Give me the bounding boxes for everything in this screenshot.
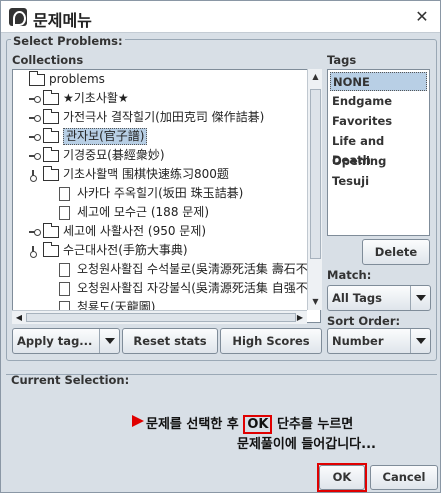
tree-item[interactable]: 오청원사활집 자강불식(吳淸源死活集 自强不息)	[13, 279, 320, 298]
instruction-text-after: 단추를 누르면	[272, 417, 354, 432]
tag-item[interactable]: Life and Death	[330, 132, 427, 167]
tree-item-label: 오청원사활집 수석불로(吳淸源死活集 壽石不老)	[77, 262, 321, 276]
folder-icon	[43, 128, 59, 143]
tree-item-label: 수근대사전(手筋大事典)	[63, 243, 188, 257]
expand-closed-icon[interactable]	[29, 132, 41, 142]
scroll-thumb[interactable]	[310, 89, 321, 259]
current-selection-label: Current Selection:	[11, 373, 130, 387]
scroll-right-icon[interactable]: ▶	[294, 311, 306, 324]
tree-item-label: 가전극사 결작힐기(加田克司 傑作詰碁)	[63, 110, 265, 124]
folder-icon	[43, 242, 59, 257]
hscroll-thumb[interactable]	[26, 313, 296, 322]
tree-item-label: ★기초사활★	[63, 91, 129, 105]
tree-item[interactable]: 오청원사활집 수석불로(吳淸源死活集 壽石不老)	[13, 260, 320, 279]
collections-horizontal-scrollbar[interactable]: ◀ ▶	[12, 310, 307, 324]
tags-label: Tags	[327, 53, 357, 67]
sort-order-value: Number	[332, 334, 384, 348]
collections-label: Collections	[12, 53, 84, 67]
tag-item[interactable]: Opening	[330, 152, 427, 171]
expand-closed-icon[interactable]	[29, 227, 41, 237]
chevron-down-icon[interactable]	[410, 329, 430, 353]
tags-list[interactable]: NONE Endgame Favorites Life and Death Openin…	[327, 69, 430, 236]
high-scores-button[interactable]: High Scores	[220, 328, 322, 354]
ok-button[interactable]: OK	[319, 465, 365, 490]
file-icon	[59, 187, 70, 201]
tree-item-label: 오청원사활집 자강불식(吳淸源死活集 自强不息)	[77, 281, 321, 295]
reset-stats-button[interactable]: Reset stats	[122, 328, 218, 354]
folder-icon	[43, 109, 59, 124]
expand-open-icon[interactable]	[29, 170, 39, 182]
file-icon	[59, 263, 70, 277]
tag-item[interactable]: Endgame	[330, 92, 427, 111]
scroll-down-icon[interactable]: ▼	[310, 296, 321, 308]
tree-item[interactable]: 기초사활맥 围棋快速练习800题	[13, 165, 313, 184]
instruction-line-2: 문제풀이에 들어갑니다...	[237, 437, 376, 452]
folder-icon	[43, 147, 59, 162]
tree-item-label: 세고에 모수근 (188 문제)	[77, 205, 210, 219]
tree-item[interactable]: ★기초사활★	[13, 89, 313, 108]
title-bar: 문제메뉴 ✕	[1, 1, 440, 33]
tree-item[interactable]: 세고에 사활사전 (950 문제)	[13, 222, 313, 241]
expand-open-icon[interactable]	[29, 246, 39, 258]
tree-item-label: 사카다 주옥힐기(坂田 珠玉詰碁)	[77, 186, 244, 200]
match-value: All Tags	[332, 291, 382, 305]
file-icon	[59, 206, 70, 220]
instruction-ok-highlight: OK	[243, 415, 273, 434]
scroll-left-icon[interactable]: ◀	[13, 311, 25, 324]
expand-closed-icon[interactable]	[29, 94, 41, 104]
tree-item[interactable]: 사카다 주옥힐기(坂田 珠玉詰碁)	[13, 184, 313, 203]
collections-vertical-scrollbar[interactable]: ▲ ▼	[307, 69, 322, 310]
scroll-up-icon[interactable]: ▲	[310, 71, 321, 83]
app-logo-icon	[9, 8, 27, 26]
delete-button[interactable]: Delete	[362, 239, 430, 265]
tree-item[interactable]: 수근대사전(手筋大事典)	[13, 241, 313, 260]
close-button[interactable]: ✕	[412, 7, 432, 27]
match-select[interactable]: All Tags	[327, 285, 431, 311]
expand-closed-icon[interactable]	[29, 151, 41, 161]
tree-item[interactable]: 가전극사 결작힐기(加田克司 傑作詰碁)	[13, 108, 313, 127]
tree-item[interactable]: 기경중묘(碁經衆妙)	[13, 146, 313, 165]
instruction-text-before: 문제를 선택한 후	[146, 417, 244, 432]
tag-item[interactable]: Tesuji	[330, 172, 427, 191]
collections-tree[interactable]: problems ★기초사활★ 가전극사 결작힐기(加田克司 傑作詰碁) 관자보(官子…	[12, 69, 321, 323]
sort-order-select[interactable]: Number	[327, 328, 431, 354]
tree-item[interactable]: problems	[13, 70, 313, 89]
tree-item-label: 기경중묘(碁經衆妙)	[63, 148, 165, 162]
select-problems-label: Select Problems:	[11, 34, 125, 48]
apply-tag-label: Apply tag...	[17, 334, 93, 348]
apply-tag-select[interactable]: Apply tag...	[12, 328, 120, 354]
problem-menu-dialog: 문제메뉴 ✕ Select Problems: Collections Tags…	[0, 0, 441, 493]
tree-item-label: 기초사활맥 围棋快速练习800题	[63, 167, 229, 181]
instruction-line-1: 문제를 선택한 후 OK 단추를 누르면	[130, 413, 353, 434]
chevron-down-icon[interactable]	[410, 286, 430, 310]
folder-icon	[29, 71, 45, 86]
tag-item[interactable]: Favorites	[330, 112, 427, 131]
folder-icon	[43, 166, 59, 181]
tree-item[interactable]: 세고에 모수근 (188 문제)	[13, 203, 313, 222]
file-icon	[59, 282, 70, 296]
sort-order-label: Sort Order:	[327, 314, 401, 328]
tree-item[interactable]: 관자보(官子譜)	[13, 127, 313, 146]
folder-icon	[43, 223, 59, 238]
cancel-button[interactable]: Cancel	[370, 465, 438, 490]
tag-item[interactable]: NONE	[330, 72, 427, 91]
match-label: Match:	[327, 268, 372, 282]
tree-item-label: 관자보(官子譜)	[63, 128, 148, 145]
tree-item-label: problems	[49, 72, 105, 86]
tree-item-label: 세고에 사활사전 (950 문제)	[63, 224, 207, 238]
expand-closed-icon[interactable]	[29, 113, 41, 123]
chevron-down-icon[interactable]	[99, 329, 119, 353]
folder-icon	[43, 90, 59, 105]
window-title: 문제메뉴	[33, 11, 92, 30]
